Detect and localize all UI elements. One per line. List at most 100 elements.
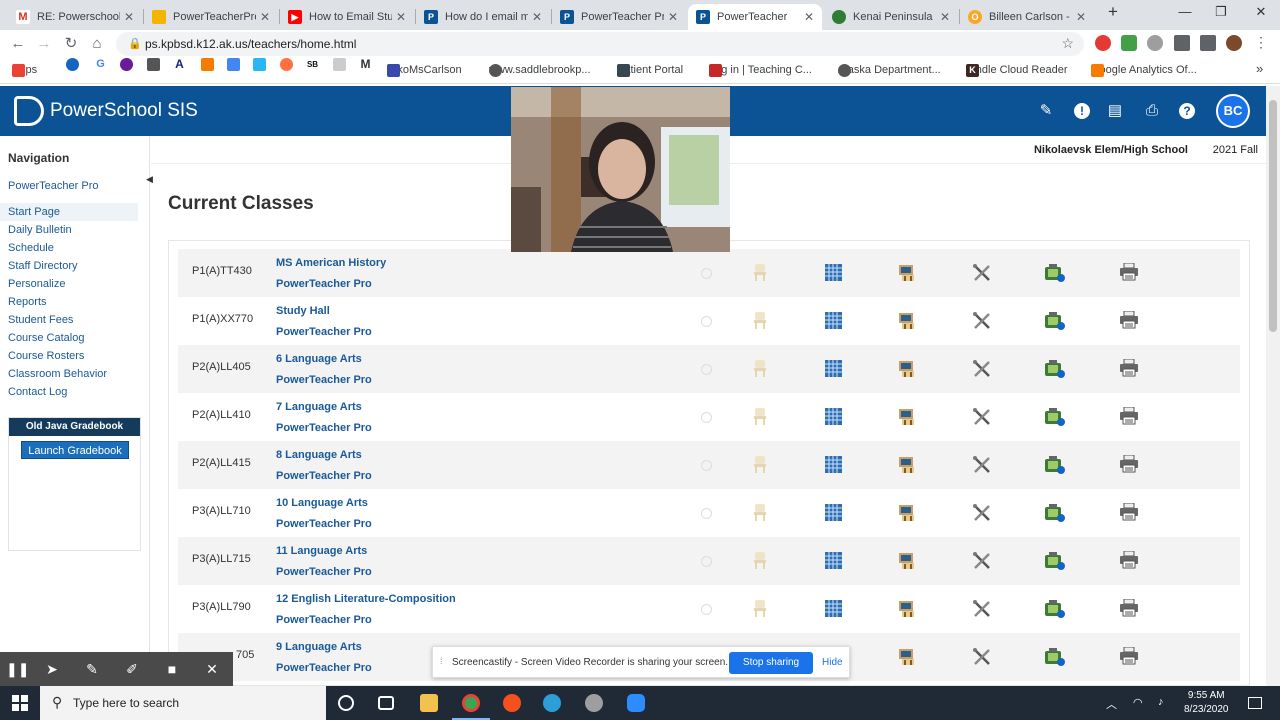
scrollbar-thumb[interactable] — [1269, 100, 1277, 332]
browser-tab[interactable]: MRE: Powerschool q✕ — [8, 4, 142, 30]
tools-icon[interactable] — [972, 551, 992, 571]
chair-icon[interactable] — [753, 455, 767, 473]
close-window-icon[interactable]: ✕ — [1246, 4, 1276, 20]
powerteacher-pro-link[interactable]: PowerTeacher Pro — [276, 374, 372, 386]
class-name-link[interactable]: Study Hall — [276, 305, 330, 317]
printer-icon[interactable] — [1119, 311, 1139, 329]
powerteacher-pro-link[interactable]: PowerTeacher Pro — [276, 662, 372, 674]
chair-icon[interactable] — [753, 263, 767, 281]
chair-icon[interactable] — [753, 359, 767, 377]
tray-overflow-icon[interactable]: ︿ — [1106, 696, 1117, 712]
gradebook-grid-icon[interactable] — [825, 408, 842, 425]
gradebook-grid-icon[interactable] — [825, 456, 842, 473]
close-tab-icon[interactable]: ✕ — [668, 10, 678, 24]
file-explorer-icon[interactable] — [420, 694, 438, 712]
collapse-nav-icon[interactable]: ◀ — [146, 174, 153, 185]
tools-icon[interactable] — [972, 599, 992, 619]
notifications-icon[interactable] — [1248, 697, 1262, 709]
radio-icon[interactable] — [701, 412, 712, 423]
close-tab-icon[interactable]: ✕ — [1076, 10, 1086, 24]
close-toolbar-icon[interactable]: ✕ — [202, 659, 222, 679]
close-tab-icon[interactable]: ✕ — [396, 10, 406, 24]
seating-chart-icon[interactable] — [898, 599, 917, 618]
browser-tab[interactable]: O Billeen Carlson - C ✕ — [960, 4, 1094, 30]
attendance-icon[interactable] — [1044, 455, 1066, 475]
browser-tab[interactable]: ▶ How to Email Stud ✕ — [280, 4, 414, 30]
app-icon[interactable] — [503, 694, 521, 712]
seating-chart-icon[interactable] — [898, 407, 917, 426]
nav-powerteacher-pro-link[interactable]: PowerTeacher Pro — [8, 180, 99, 192]
bookmark-teaching[interactable]: Log in | Teaching C... — [709, 63, 812, 77]
back-icon[interactable]: ← — [8, 34, 28, 54]
stop-sharing-button[interactable]: Stop sharing — [729, 652, 813, 674]
media-icon[interactable] — [1200, 35, 1216, 51]
attendance-icon[interactable] — [1044, 311, 1066, 331]
page-scrollbar[interactable] — [1266, 86, 1280, 686]
close-tab-icon[interactable]: ✕ — [532, 10, 542, 24]
tools-icon[interactable] — [972, 359, 992, 379]
nav-item-staff-directory[interactable]: Staff Directory — [8, 257, 78, 275]
radio-icon[interactable] — [701, 460, 712, 471]
radio-icon[interactable] — [701, 556, 712, 567]
radio-icon[interactable] — [701, 268, 712, 279]
gradebook-grid-icon[interactable] — [825, 504, 842, 521]
powerteacher-pro-link[interactable]: PowerTeacher Pro — [276, 278, 372, 290]
school-name[interactable]: Nikolaevsk Elem/High School — [1034, 144, 1188, 156]
pen-icon[interactable]: ✎ — [82, 659, 102, 679]
radio-icon[interactable] — [701, 364, 712, 375]
chair-icon[interactable] — [753, 311, 767, 329]
attendance-icon[interactable] — [1044, 551, 1066, 571]
close-tab-icon[interactable]: ✕ — [124, 10, 134, 24]
seating-chart-icon[interactable] — [898, 311, 917, 330]
document-icon[interactable]: ▤ — [1104, 100, 1126, 122]
new-tab-button[interactable]: + — [1098, 2, 1128, 22]
address-bar[interactable]: 🔒 ps.kpbsd.k12.ak.us/teachers/home.html … — [116, 32, 1084, 56]
close-tab-icon[interactable]: ✕ — [804, 10, 814, 24]
tools-icon[interactable] — [972, 263, 992, 283]
bookmarks-overflow[interactable]: » — [1256, 61, 1263, 76]
printer-icon[interactable] — [1119, 551, 1139, 569]
windows-start-icon[interactable] — [12, 695, 28, 711]
tools-icon[interactable] — [972, 407, 992, 427]
class-name-link[interactable]: 10 Language Arts — [276, 497, 368, 509]
chair-icon[interactable] — [753, 551, 767, 569]
chair-icon[interactable] — [753, 503, 767, 521]
puzzle-icon[interactable] — [1174, 35, 1190, 51]
chair-icon[interactable] — [753, 407, 767, 425]
radio-icon[interactable] — [701, 604, 712, 615]
extension-icon[interactable] — [1147, 35, 1163, 51]
class-name-link[interactable]: 11 Language Arts — [276, 545, 367, 557]
browser-tab[interactable]: P How do I email m ✕ — [416, 4, 550, 30]
browser-tab[interactable]: P PowerTeacher Pro ✕ — [552, 4, 686, 30]
seating-chart-icon[interactable] — [898, 551, 917, 570]
attendance-icon[interactable] — [1044, 599, 1066, 619]
launch-gradebook-button[interactable]: Launch Gradebook — [21, 441, 129, 459]
radio-icon[interactable] — [701, 316, 712, 327]
nav-item-start-page[interactable]: Start Page — [0, 203, 138, 221]
seating-chart-icon[interactable] — [898, 503, 917, 522]
nav-item-classroom-behavior[interactable]: Classroom Behavior — [8, 365, 107, 383]
taskbar-search-box[interactable]: ⚲ Type here to search — [40, 686, 326, 720]
chair-icon[interactable] — [753, 599, 767, 617]
class-name-link[interactable]: 9 Language Arts — [276, 641, 362, 653]
attendance-icon[interactable] — [1044, 503, 1066, 523]
alert-icon[interactable]: ! — [1074, 103, 1090, 119]
nav-item-daily-bulletin[interactable]: Daily Bulletin — [8, 221, 72, 239]
powerteacher-pro-link[interactable]: PowerTeacher Pro — [276, 566, 372, 578]
powerschool-logo[interactable]: PowerSchool SIS — [14, 96, 198, 126]
browser-tab-active[interactable]: P PowerTeacher ✕ — [688, 4, 822, 30]
bookmark-alaska[interactable]: Alaska Department... — [838, 63, 941, 77]
browser-tab[interactable]: PowerTeacherPro ✕ — [144, 4, 278, 30]
bookmark-patient-portal[interactable]: Patient Portal — [617, 63, 683, 77]
pause-icon[interactable]: ❚❚ — [6, 659, 29, 679]
reload-icon[interactable]: ↻ — [61, 34, 81, 54]
printer-icon[interactable] — [1119, 647, 1139, 665]
attendance-icon[interactable] — [1044, 407, 1066, 427]
printer-icon[interactable] — [1119, 455, 1139, 473]
printer-icon[interactable] — [1119, 407, 1139, 425]
powerteacher-pro-link[interactable]: PowerTeacher Pro — [276, 422, 372, 434]
class-name-link[interactable]: 12 English Literature-Composition — [276, 593, 456, 605]
nav-item-course-rosters[interactable]: Course Rosters — [8, 347, 84, 365]
printer-icon[interactable] — [1119, 263, 1139, 281]
nav-item-schedule[interactable]: Schedule — [8, 239, 54, 257]
